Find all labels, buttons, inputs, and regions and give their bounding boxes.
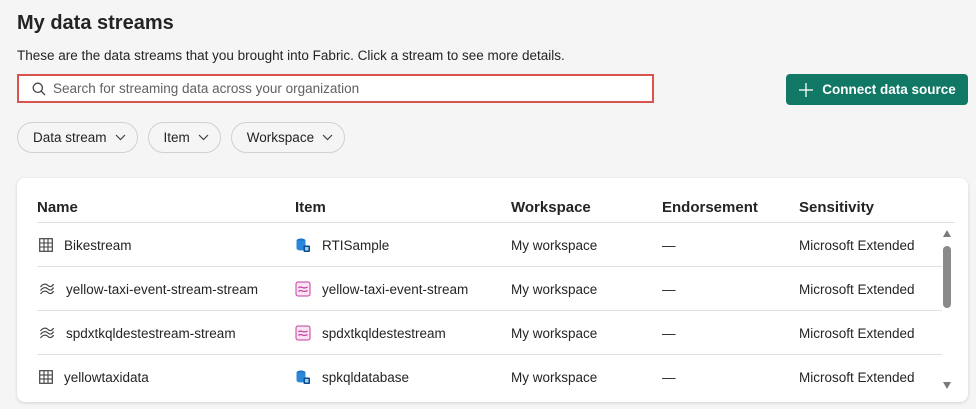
row-name[interactable]: Bikestream [64,238,132,253]
row-name[interactable]: yellow-taxi-event-stream-stream [66,282,258,297]
row-workspace: My workspace [511,369,598,385]
data-streams-table: Name Item Workspace Endorsement Sensitiv… [17,178,968,402]
filter-item[interactable]: Item [147,122,221,153]
scroll-up-arrow-icon[interactable] [943,230,951,237]
item-cell: spdxtkqldestestream [295,311,446,355]
plus-icon [799,82,814,97]
column-header-sensitivity[interactable]: Sensitivity [799,199,874,216]
stream-icon [39,281,55,297]
connect-data-source-button[interactable]: Connect data source [786,74,968,105]
page-subtitle: These are the data streams that you brou… [17,48,565,63]
table-row[interactable]: spdxtkqldestestream-stream spdxtkqldeste… [37,311,942,355]
vertical-scrollbar[interactable] [941,226,953,394]
eventstream-icon [295,325,311,341]
filter-label: Data stream [33,130,107,145]
table-row[interactable]: yellowtaxidata spkqldatabase My workspac… [37,355,942,399]
row-item[interactable]: spdxtkqldestestream [322,326,446,341]
row-name[interactable]: yellowtaxidata [64,370,149,385]
row-sensitivity: Microsoft Extended [799,325,915,341]
row-item[interactable]: spkqldatabase [322,370,409,385]
row-item[interactable]: yellow-taxi-event-stream [322,282,468,297]
filter-workspace[interactable]: Workspace [230,122,346,153]
table-row[interactable]: Bikestream RTISample My workspace — Micr… [37,223,942,267]
row-workspace: My workspace [511,237,598,253]
row-sensitivity: Microsoft Extended [799,281,915,297]
row-sensitivity: Microsoft Extended [799,237,915,253]
kql-database-icon [295,369,311,385]
row-endorsement: — [662,281,676,297]
row-endorsement: — [662,369,676,385]
row-name[interactable]: spdxtkqldestestream-stream [66,326,236,341]
search-input[interactable] [53,81,652,96]
page-title: My data streams [17,12,174,34]
table-grid-icon [39,370,53,384]
row-workspace: My workspace [511,281,598,297]
item-cell: spkqldatabase [295,355,409,399]
scrollbar-thumb[interactable] [943,246,951,308]
search-icon [32,82,46,95]
table-grid-icon [39,238,53,252]
filter-bar: Data stream Item Workspace [17,122,346,153]
name-cell: spdxtkqldestestream-stream [39,311,236,355]
filter-label: Item [163,130,190,145]
filter-label: Workspace [246,130,315,145]
row-item[interactable]: RTISample [322,238,389,253]
name-cell: yellow-taxi-event-stream-stream [39,267,258,311]
name-cell: yellowtaxidata [39,355,149,399]
row-endorsement: — [662,325,676,341]
table-row[interactable]: yellow-taxi-event-stream-stream yellow-t… [37,267,942,311]
eventstream-icon [295,281,311,297]
name-cell: Bikestream [39,223,132,267]
search-box[interactable] [17,74,654,103]
scroll-down-arrow-icon[interactable] [943,382,951,389]
chevron-down-icon [198,134,209,141]
stream-icon [39,325,55,341]
row-endorsement: — [662,237,676,253]
chevron-down-icon [322,134,333,141]
filter-data-stream[interactable]: Data stream [17,122,138,153]
column-header-workspace[interactable]: Workspace [511,199,591,216]
item-cell: yellow-taxi-event-stream [295,267,468,311]
column-header-item[interactable]: Item [295,199,326,216]
column-header-endorsement[interactable]: Endorsement [662,199,758,216]
row-sensitivity: Microsoft Extended [799,369,915,385]
chevron-down-icon [115,134,125,141]
row-workspace: My workspace [511,325,598,341]
item-cell: RTISample [295,223,389,267]
connect-data-source-label: Connect data source [822,82,956,97]
kql-database-icon [295,237,311,253]
column-header-name[interactable]: Name [37,199,78,216]
